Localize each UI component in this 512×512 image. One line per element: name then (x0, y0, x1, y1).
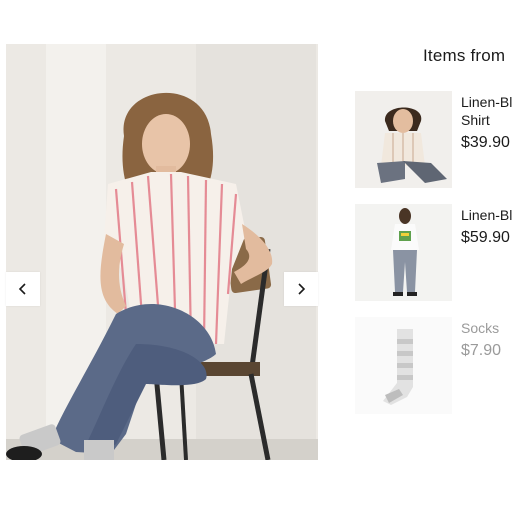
item-info-1[interactable]: Linen-Bl Shirt $39.90 (461, 93, 512, 152)
item-name-1-line2: Shirt (461, 112, 490, 128)
item-price-2: $59.90 (461, 229, 510, 246)
chevron-right-icon (298, 283, 306, 295)
item-thumbnail-3[interactable] (355, 317, 452, 414)
panel-title: Items from (423, 46, 506, 65)
item-thumbnail-2[interactable] (355, 204, 452, 301)
product-gallery-image[interactable] (6, 44, 318, 460)
model-photo (6, 44, 318, 460)
chevron-left-icon (18, 283, 26, 295)
gallery-next-button[interactable] (284, 272, 318, 306)
item-thumbnail-1[interactable] (355, 91, 452, 188)
item-price-3: $7.90 (461, 342, 502, 359)
item-info-2[interactable]: Linen-Bl $59.90 (461, 206, 512, 247)
gallery-prev-button[interactable] (6, 272, 40, 306)
item-name-1: Linen-Bl (461, 94, 512, 110)
item-photo-2 (355, 204, 452, 301)
item-price-1: $39.90 (461, 134, 510, 151)
item-info-3[interactable]: Socks $7.90 (461, 319, 512, 360)
item-name-2: Linen-Bl (461, 207, 512, 223)
item-photo-3 (355, 317, 452, 414)
item-name-3: Socks (461, 320, 500, 336)
item-photo-1 (355, 91, 452, 188)
